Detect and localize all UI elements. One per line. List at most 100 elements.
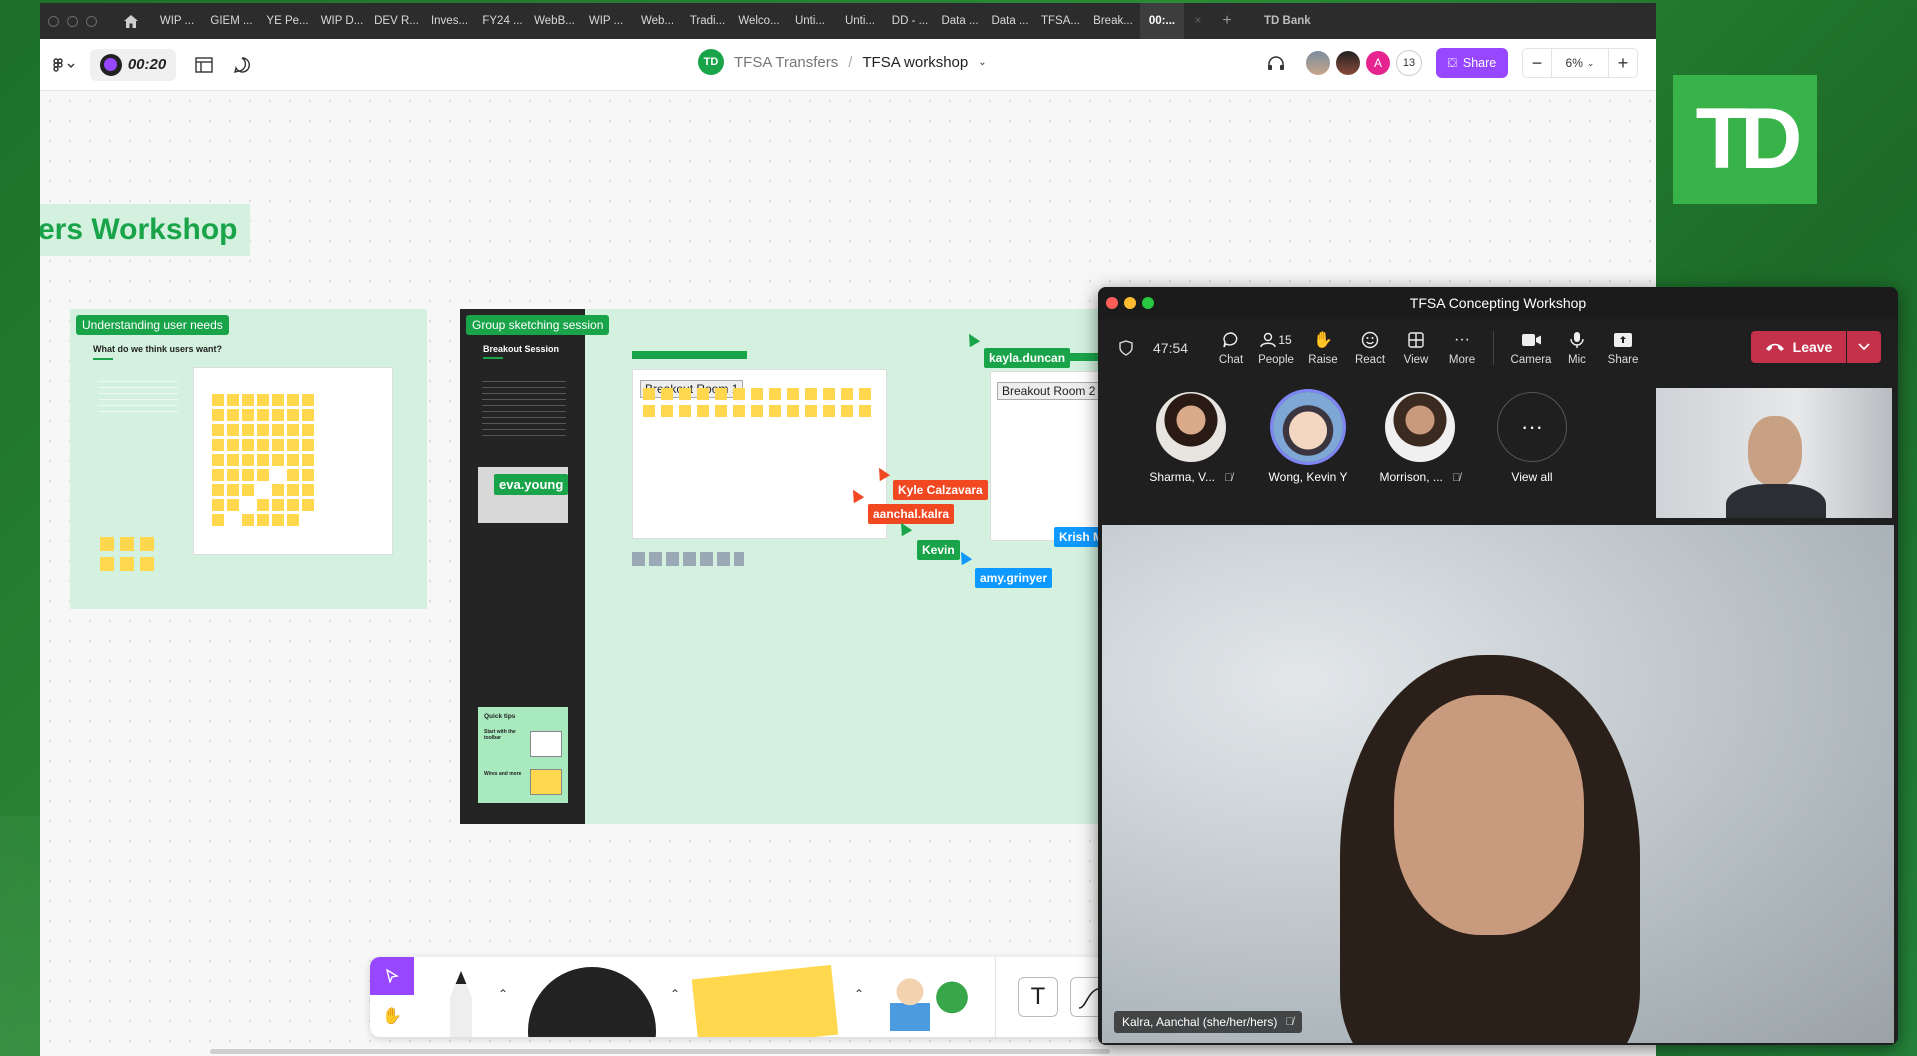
sticky-note[interactable]	[227, 499, 239, 511]
sticky-note[interactable]	[227, 394, 239, 406]
tab[interactable]: WIP ...	[579, 3, 633, 39]
sticky-note[interactable]	[287, 484, 299, 496]
sticky-note[interactable]	[227, 439, 239, 451]
sticky-note[interactable]	[302, 484, 314, 496]
layout-icon[interactable]	[188, 49, 220, 81]
window-maximize-button[interactable]	[1142, 297, 1154, 309]
people-button[interactable]: 15 People	[1253, 323, 1299, 373]
chevron-up-icon[interactable]: ⌃	[498, 987, 508, 1001]
sticky-note[interactable]	[733, 388, 745, 400]
sticky-note[interactable]	[272, 394, 284, 406]
sticky-note[interactable]	[751, 405, 763, 417]
active-speaker-video[interactable]: Kalra, Aanchal (she/her/hers) 🎙̸	[1102, 525, 1894, 1043]
quick-tips-card[interactable]: Quick tips Start with the toolbar Wires …	[478, 707, 568, 803]
chevron-up-icon[interactable]: ⌃	[670, 987, 680, 1001]
sticky-note[interactable]	[272, 514, 284, 526]
new-tab-button[interactable]: +	[1212, 3, 1242, 39]
leave-dropdown-button[interactable]	[1847, 331, 1881, 363]
chat-button[interactable]: Chat	[1208, 323, 1254, 373]
window-minimize-button[interactable]	[1124, 297, 1136, 309]
avatar[interactable]	[1336, 51, 1360, 75]
shape-tool-icon[interactable]	[528, 967, 656, 1037]
sticky-note[interactable]	[272, 424, 284, 436]
sticky-note[interactable]	[257, 439, 269, 451]
tab[interactable]: FY24 ...	[475, 3, 530, 39]
tab[interactable]: WIP ...	[151, 3, 203, 39]
sticky-note[interactable]	[287, 439, 299, 451]
breakout-room-1-board[interactable]: Breakout Room 1	[632, 369, 887, 539]
self-video-preview[interactable]	[1656, 388, 1892, 518]
sticky-note[interactable]	[212, 454, 224, 466]
sticky-note[interactable]	[679, 388, 691, 400]
share-screen-button[interactable]: Share	[1600, 323, 1646, 373]
sticky-note[interactable]	[287, 394, 299, 406]
text-tool-icon[interactable]: T	[1018, 977, 1058, 1017]
tab[interactable]: DD - ...	[885, 3, 935, 39]
sticky-note[interactable]	[769, 405, 781, 417]
window-close-button[interactable]	[48, 15, 59, 27]
sticky-note[interactable]	[697, 405, 709, 417]
sticky-note[interactable]	[242, 469, 254, 481]
sticky-note[interactable]	[787, 388, 799, 400]
participant-tile[interactable]: Morrison, ... 🎙̸	[1370, 392, 1470, 484]
sticky-note[interactable]	[242, 484, 254, 496]
sticky-note[interactable]	[302, 469, 314, 481]
share-button[interactable]: ⛋ Share	[1436, 48, 1508, 78]
leave-button[interactable]: Leave	[1751, 331, 1846, 363]
sticker-tool-icon[interactable]	[932, 975, 972, 1031]
sticky-note[interactable]	[212, 469, 224, 481]
sticky-note[interactable]	[841, 388, 853, 400]
tab[interactable]: DEV R...	[369, 3, 424, 39]
sticky-note[interactable]	[242, 514, 254, 526]
camera-button[interactable]: Camera	[1506, 323, 1556, 373]
breakout-room-2-board[interactable]: Breakout Room 2	[990, 371, 1110, 541]
sticky-note[interactable]	[227, 409, 239, 421]
tab[interactable]: Inves...	[424, 3, 475, 39]
sticky-note[interactable]	[100, 537, 114, 551]
sticky-note[interactable]	[227, 469, 239, 481]
sticky-stack[interactable]	[100, 537, 160, 577]
hand-tool-icon[interactable]: ✋	[370, 997, 414, 1035]
tab-close-icon[interactable]: ×	[1184, 3, 1212, 39]
tab[interactable]: WebB...	[530, 3, 579, 39]
tab[interactable]: Break...	[1086, 3, 1140, 39]
sticky-note[interactable]	[100, 557, 114, 571]
sticky-note[interactable]	[715, 405, 727, 417]
sticky-note[interactable]	[272, 454, 284, 466]
raise-hand-button[interactable]: ✋ Raise	[1300, 323, 1346, 373]
home-icon[interactable]	[111, 3, 151, 39]
view-all-button[interactable]: ··· View all	[1482, 392, 1582, 484]
pen-tool-icon[interactable]	[450, 971, 472, 1037]
tab[interactable]: Welco...	[733, 3, 785, 39]
sticky-note[interactable]	[242, 424, 254, 436]
sticky-note[interactable]	[287, 514, 299, 526]
sticky-note[interactable]	[859, 388, 871, 400]
sticky-note[interactable]	[257, 514, 269, 526]
sticky-note[interactable]	[287, 424, 299, 436]
sticky-note[interactable]	[227, 424, 239, 436]
tab[interactable]: Tradi...	[682, 3, 733, 39]
sticky-note[interactable]	[769, 388, 781, 400]
sticky-note[interactable]	[257, 394, 269, 406]
sticky-note[interactable]	[212, 424, 224, 436]
sticky-note[interactable]	[302, 439, 314, 451]
sticky-note[interactable]	[212, 484, 224, 496]
sticky-note[interactable]	[257, 454, 269, 466]
sticky-board[interactable]	[193, 367, 393, 555]
sticky-note[interactable]	[859, 405, 871, 417]
sticky-note[interactable]	[302, 394, 314, 406]
headphones-icon[interactable]	[1262, 55, 1290, 71]
sticky-note[interactable]	[302, 409, 314, 421]
sticky-note[interactable]	[257, 409, 269, 421]
sticky-note[interactable]	[242, 439, 254, 451]
sticky-note[interactable]	[787, 405, 799, 417]
more-button[interactable]: ··· More	[1439, 323, 1485, 373]
sticky-note[interactable]	[242, 394, 254, 406]
sticky-note[interactable]	[715, 388, 727, 400]
sticky-note[interactable]	[287, 469, 299, 481]
sticky-note[interactable]	[242, 454, 254, 466]
sticky-note[interactable]	[257, 499, 269, 511]
sticky-note[interactable]	[733, 405, 745, 417]
sticky-note[interactable]	[257, 469, 269, 481]
sticky-note[interactable]	[823, 405, 835, 417]
